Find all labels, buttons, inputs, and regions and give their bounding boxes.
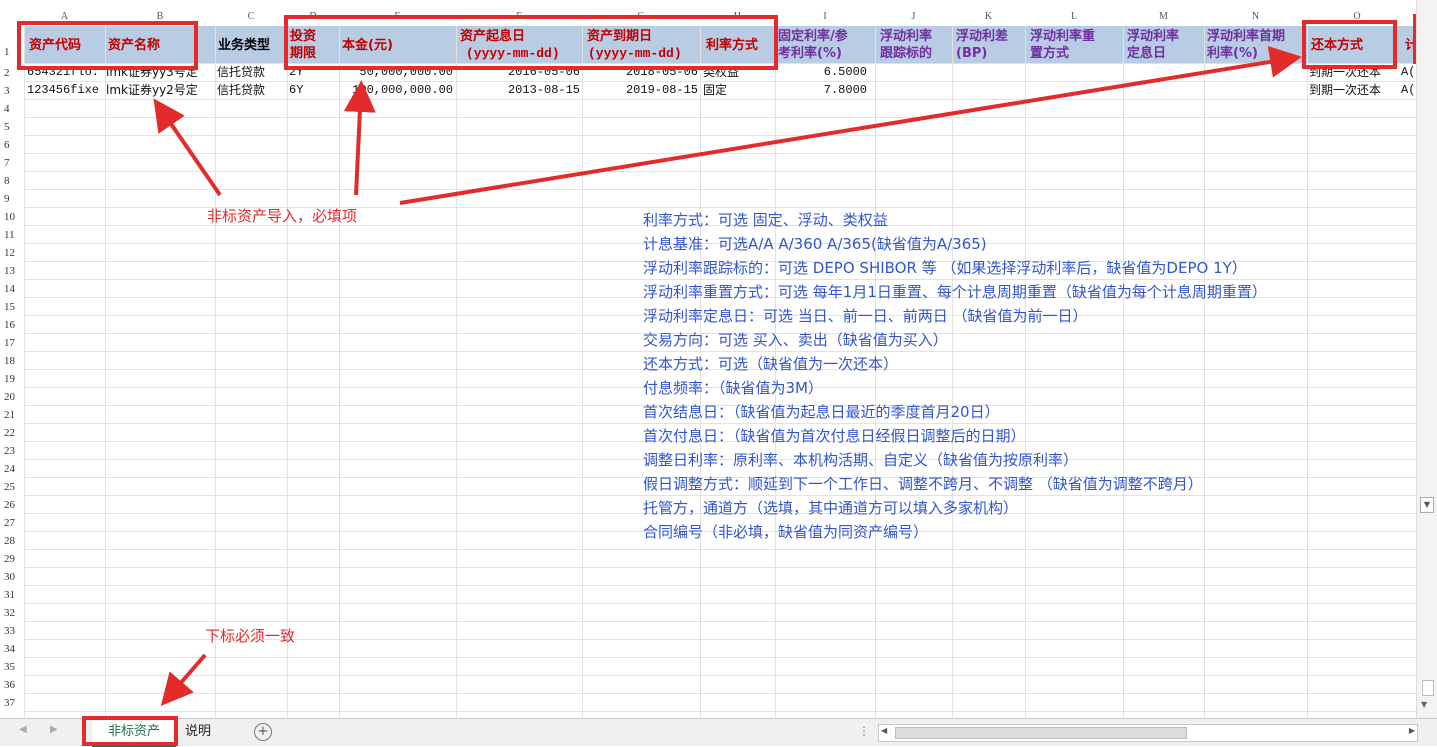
- instruction-line: 交易方向：可选 买入、卖出（缺省值为买入）: [643, 331, 948, 349]
- tab-scroll-left-icon[interactable]: ◀: [19, 724, 27, 735]
- hscroll-thumb[interactable]: [895, 727, 1187, 739]
- instruction-line: 首次付息日：（缺省值为首次付息日经假日调整后的日期）: [643, 427, 1026, 445]
- instruction-line: 浮动利率重置方式：可选 每年1月1日重置、每个计息周期重置（缺省值为每个计息周期…: [643, 283, 1267, 301]
- sheet-tab-bar: ◀ ▶ 非标资产 说明 + ⋮ ◀ ▶: [0, 716, 1437, 747]
- hscroll-left-icon[interactable]: ◀: [881, 726, 887, 735]
- spreadsheet-grid[interactable]: A B C D E F G H I J K L M N O 1234567891…: [0, 0, 1437, 718]
- instructions-text: 利率方式：可选 固定、浮动、类权益计息基准：可选A/A A/360 A/365(…: [643, 208, 1267, 544]
- scroll-down-icon[interactable]: ▼: [1421, 700, 1427, 709]
- scroll-thumb[interactable]: [1422, 680, 1434, 696]
- vertical-scrollbar[interactable]: ▼ ▼: [1416, 0, 1437, 718]
- instruction-line: 还本方式：可选（缺省值为一次还本）: [643, 355, 899, 373]
- arrow-to-principal: [343, 80, 376, 196]
- arrow-to-name: [153, 98, 222, 197]
- add-sheet-icon[interactable]: +: [254, 723, 272, 741]
- instruction-line: 浮动利率跟踪标的：可选 DEPO SHIBOR 等 （如果选择浮动利率后，缺省值…: [643, 259, 1247, 277]
- instruction-line: 调整日利率：原利率、本机构活期、自定义（缺省值为按原利率）: [643, 451, 1079, 469]
- tab-scroll-right-icon[interactable]: ▶: [50, 724, 58, 735]
- arrow-to-tab: [160, 653, 207, 707]
- instruction-line: 合同编号（非必填，缺省值为同资产编号）: [643, 523, 929, 541]
- annotation-sheet-note: 下标必须一致: [205, 627, 296, 645]
- tab-description[interactable]: 说明: [178, 719, 218, 745]
- instruction-line: 计息基准：可选A/A A/360 A/365(缺省值为A/365): [643, 235, 987, 253]
- instruction-line: 假日调整方式：顺延到下一个工作日、调整不跨月、不调整 （缺省值为调整不跨月）: [643, 475, 1203, 493]
- instruction-line: 首次结息日：（缺省值为起息日最近的季度首月20日）: [643, 403, 1000, 421]
- instruction-line: 托管方，通道方（选填，其中通道方可以填入多家机构）: [643, 499, 1019, 517]
- instruction-line: 浮动利率定息日：可选 当日、前一日、前两日 （缺省值为前一日）: [643, 307, 1088, 325]
- annotation-required: 非标资产导入，必填项: [207, 207, 358, 225]
- highlight-box-sheet-tab: [82, 716, 178, 746]
- hscroll-right-icon[interactable]: ▶: [1409, 726, 1415, 735]
- dropdown-arrow-icon[interactable]: ▼: [1420, 497, 1434, 513]
- arrow-to-repay: [399, 46, 1302, 205]
- horizontal-scrollbar[interactable]: ◀ ▶: [878, 724, 1418, 742]
- instruction-line: 利率方式：可选 固定、浮动、类权益: [643, 211, 888, 229]
- instruction-line: 付息频率：（缺省值为3M）: [643, 379, 823, 397]
- tab-splitter-icon[interactable]: ⋮: [858, 724, 870, 738]
